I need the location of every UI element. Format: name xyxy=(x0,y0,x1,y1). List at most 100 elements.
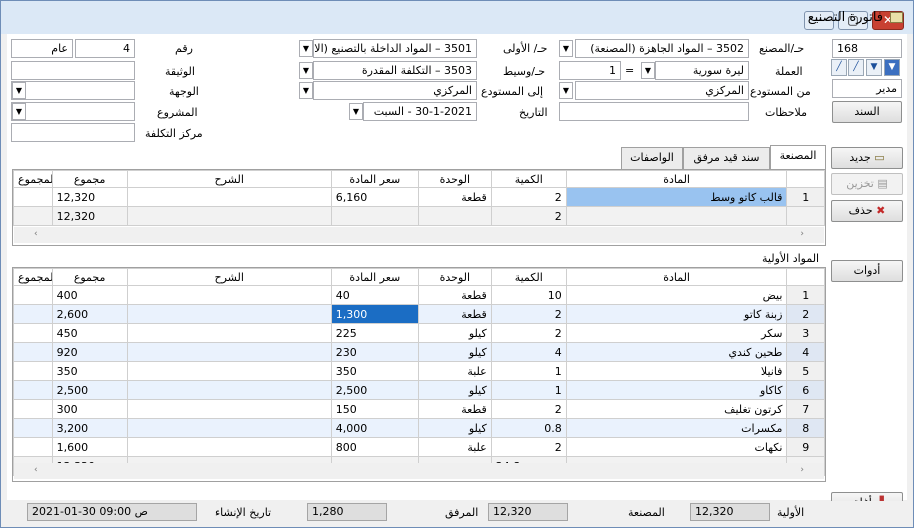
cell-qty[interactable]: 2 xyxy=(490,304,567,324)
cell-qty[interactable]: 1 xyxy=(490,380,567,400)
row-number[interactable]: 7 xyxy=(786,399,825,419)
cell-qty[interactable]: 1 xyxy=(490,361,567,381)
raw-hscrollbar[interactable]: ‹ › xyxy=(14,463,824,479)
cell-unit[interactable]: علبة xyxy=(417,437,492,457)
first-account-field[interactable]: 3501 – المواد الداخلة بالتصنيع (الاو xyxy=(313,39,477,58)
cell-total[interactable]: 3,200 xyxy=(51,418,128,438)
pencil-alt-icon[interactable]: ╱ xyxy=(831,59,847,76)
scroll-right-icon[interactable]: › xyxy=(800,229,804,239)
number-scope-field[interactable]: عام xyxy=(11,39,73,58)
cell-qty[interactable]: 4 xyxy=(490,342,567,362)
scroll-left-icon[interactable]: ‹ xyxy=(34,229,38,239)
row-number[interactable]: 3 xyxy=(786,323,825,343)
factory-account-field[interactable]: 3502 – المواد الجاهزة (المصنعة) xyxy=(575,39,749,58)
col-quantity[interactable]: الكمية xyxy=(490,170,567,188)
cell-unit[interactable]: قطعة xyxy=(417,187,492,207)
cell-price[interactable]: 350 xyxy=(330,361,419,381)
cell-desc[interactable] xyxy=(126,342,332,362)
raw-scroll-left-icon[interactable]: ‹ xyxy=(34,465,38,475)
table-row[interactable]: 450 225 كيلو 2 سكر 3 xyxy=(13,323,825,343)
cell-total[interactable]: 450 xyxy=(51,323,128,343)
cell-price[interactable]: 230 xyxy=(330,342,419,362)
cell-material[interactable]: بيض xyxy=(565,285,788,305)
cell-material[interactable]: فانيلا xyxy=(565,361,788,381)
currency-dropdown-icon[interactable]: ▼ xyxy=(641,62,655,79)
cell-qty[interactable]: 2 xyxy=(490,187,567,207)
col-material[interactable]: المادة xyxy=(565,170,788,188)
to-warehouse-field[interactable]: المركزي xyxy=(313,81,477,100)
row-number[interactable]: 6 xyxy=(786,380,825,400)
project-dropdown-icon[interactable]: ▼ xyxy=(12,103,26,120)
cell-price[interactable]: 40 xyxy=(330,285,419,305)
cell-material[interactable]: كرتون تغليف xyxy=(565,399,788,419)
tab-attached-voucher[interactable]: سند قيد مرفق xyxy=(683,147,770,169)
arrow-down-icon[interactable]: ▼ xyxy=(884,59,900,76)
cell-total[interactable]: 12,320 xyxy=(51,187,128,207)
cell-material[interactable]: طحين كندي xyxy=(565,342,788,362)
cell-price[interactable]: 150 xyxy=(330,399,419,419)
cell-round[interactable] xyxy=(13,304,53,324)
row-number[interactable]: 2 xyxy=(786,304,825,324)
tab-manufactured[interactable]: المصنعة xyxy=(770,145,826,169)
cell-round[interactable] xyxy=(13,361,53,381)
cell-price[interactable]: 2,500 xyxy=(330,380,419,400)
cell-desc[interactable] xyxy=(126,380,332,400)
arrow-down-alt-icon[interactable]: ▼ xyxy=(866,59,882,76)
cell-desc[interactable] xyxy=(126,187,332,207)
row-number[interactable]: 4 xyxy=(786,342,825,362)
table-row[interactable]: 3,200 4,000 كيلو 0.8 مكسرات 8 xyxy=(13,418,825,438)
direction-dropdown-icon[interactable]: ▼ xyxy=(12,82,26,99)
cell-price[interactable]: 225 xyxy=(330,323,419,343)
cell-unit[interactable]: كيلو xyxy=(417,342,492,362)
factory-account-dropdown-icon[interactable]: ▼ xyxy=(559,40,573,57)
cell-total[interactable]: 400 xyxy=(51,285,128,305)
table-row[interactable]: 920 230 كيلو 4 طحين كندي 4 xyxy=(13,342,825,362)
row-number[interactable]: 1 xyxy=(786,285,825,305)
row-number[interactable]: 1 xyxy=(786,187,825,207)
cell-material[interactable]: كاكاو xyxy=(565,380,788,400)
cell-round[interactable] xyxy=(13,323,53,343)
row-number[interactable]: 9 xyxy=(786,437,825,457)
exchange-rate-field[interactable]: 1 xyxy=(559,61,621,80)
doc-number-field[interactable]: 168 xyxy=(832,39,902,58)
cell-unit[interactable]: كيلو xyxy=(417,418,492,438)
cell-unit[interactable]: كيلو xyxy=(417,380,492,400)
col-description[interactable]: الشرح xyxy=(126,170,332,188)
cell-qty[interactable]: 2 xyxy=(490,399,567,419)
cell-price[interactable]: 1,300 xyxy=(330,304,419,324)
mediator-account-dropdown-icon[interactable]: ▼ xyxy=(299,62,313,79)
cell-material[interactable]: زبنة كاتو xyxy=(565,304,788,324)
cell-round[interactable] xyxy=(13,418,53,438)
cell-desc[interactable] xyxy=(126,323,332,343)
table-row[interactable]: 2,500 2,500 كيلو 1 كاكاو 6 xyxy=(13,380,825,400)
cell-round[interactable] xyxy=(13,342,53,362)
mediator-account-field[interactable]: 3503 – التكلفة المقدرة xyxy=(313,61,477,80)
user-field[interactable]: مدير xyxy=(832,79,902,98)
cell-desc[interactable] xyxy=(126,361,332,381)
cell-round[interactable] xyxy=(13,437,53,457)
col-price[interactable]: سعر المادة xyxy=(330,170,419,188)
cell-round[interactable] xyxy=(13,187,53,207)
cell-round[interactable] xyxy=(13,399,53,419)
voucher-button[interactable]: السند xyxy=(832,101,902,123)
table-row[interactable]: 1,600 800 علبة 2 نكهات 9 xyxy=(13,437,825,457)
manufactured-hscrollbar[interactable]: ‹ › xyxy=(14,227,824,243)
raw-col-total[interactable]: مجموع xyxy=(51,268,128,286)
cell-material[interactable]: قالب كاتو وسط xyxy=(565,187,788,207)
cell-unit[interactable]: علبة xyxy=(417,361,492,381)
date-dropdown-icon[interactable]: ▼ xyxy=(349,103,363,120)
row-number[interactable]: 8 xyxy=(786,418,825,438)
date-field[interactable]: 30-1-2021 - السبت xyxy=(363,102,477,121)
cell-round[interactable] xyxy=(13,380,53,400)
table-row[interactable]: 300 150 قطعة 2 كرتون تغليف 7 xyxy=(13,399,825,419)
raw-scroll-right-icon[interactable]: › xyxy=(800,465,804,475)
cell-unit[interactable]: قطعة xyxy=(417,399,492,419)
raw-col-rounded-total[interactable]: تقريب المجموع xyxy=(13,268,53,286)
tab-descriptors[interactable]: الواصفات xyxy=(621,147,683,169)
cell-desc[interactable] xyxy=(126,304,332,324)
table-row[interactable]: 350 350 علبة 1 فانيلا 5 xyxy=(13,361,825,381)
delete-button[interactable]: ✖ حذف xyxy=(831,200,903,222)
col-total[interactable]: مجموع xyxy=(51,170,128,188)
raw-col-description[interactable]: الشرح xyxy=(126,268,332,286)
cell-total[interactable]: 2,500 xyxy=(51,380,128,400)
